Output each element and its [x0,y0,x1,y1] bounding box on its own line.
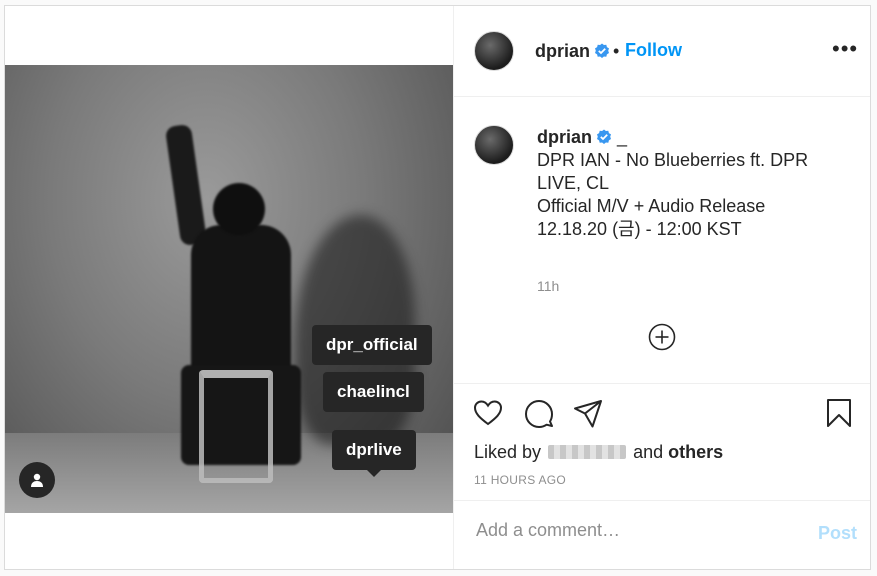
likes-summary: Liked by and others [474,442,723,463]
liker-username-blurred[interactable] [548,445,627,459]
caption-author-avatar[interactable] [474,125,514,165]
post-media: dpr_official chaelincl dprlive [5,6,454,569]
likes-and: and [633,442,664,462]
bookmark-icon[interactable] [823,397,855,429]
post-header: dprian • Follow ••• [454,6,870,97]
user-tags-icon [31,473,43,487]
author-username[interactable]: dprian [535,41,610,62]
verified-badge-icon [595,43,610,58]
comment-icon[interactable] [523,397,555,429]
caption-line-date: 12.18.20 (금) - 12:00 KST [537,219,742,239]
verified-badge-icon [597,129,612,144]
author-avatar[interactable] [474,31,514,71]
user-tags-button[interactable] [19,462,55,498]
add-circle-icon[interactable] [648,323,676,351]
post-actions: Liked by and others 11 HOURS AGO [454,383,870,501]
photo-figure-head [213,183,265,235]
likes-prefix: Liked by [474,442,542,462]
user-tag-chaelincl[interactable]: chaelincl [323,372,424,412]
post-side-panel: dprian • Follow ••• dprian _ DPR IAN - N… [454,6,870,569]
caption-text: dprian _ DPR IAN - No Blueberries ft. DP… [537,126,855,241]
heart-icon[interactable] [472,397,504,429]
caption-line-release: Official M/V + Audio Release [537,196,766,216]
comment-input[interactable] [474,519,798,542]
photo-stool [199,370,273,483]
author-username-text: dprian [535,41,591,61]
photo-raised-arm [164,123,208,247]
caption-time[interactable]: 11h [537,278,559,294]
user-tag-dpr-official[interactable]: dpr_official [312,325,432,365]
post-photo[interactable]: dpr_official chaelincl dprlive [5,65,453,513]
post-comment-button[interactable]: Post [818,523,857,544]
likes-others-link[interactable]: others [668,442,723,462]
post-card: dpr_official chaelincl dprlive dprian • … [4,5,871,570]
caption-line-title: DPR IAN - No Blueberries ft. DPR LIVE, C… [537,150,809,193]
user-tag-dprlive[interactable]: dprlive [332,430,416,477]
follow-button[interactable]: Follow [625,40,682,61]
more-options-icon[interactable]: ••• [832,36,858,62]
comment-section: Post [454,500,870,570]
header-separator: • [613,41,620,61]
post-caption: dprian _ DPR IAN - No Blueberries ft. DP… [454,97,870,382]
caption-suffix: _ [617,127,628,147]
caption-author-username[interactable]: dprian [537,127,592,147]
post-timestamp[interactable]: 11 HOURS AGO [474,473,566,487]
share-icon[interactable] [572,397,604,429]
